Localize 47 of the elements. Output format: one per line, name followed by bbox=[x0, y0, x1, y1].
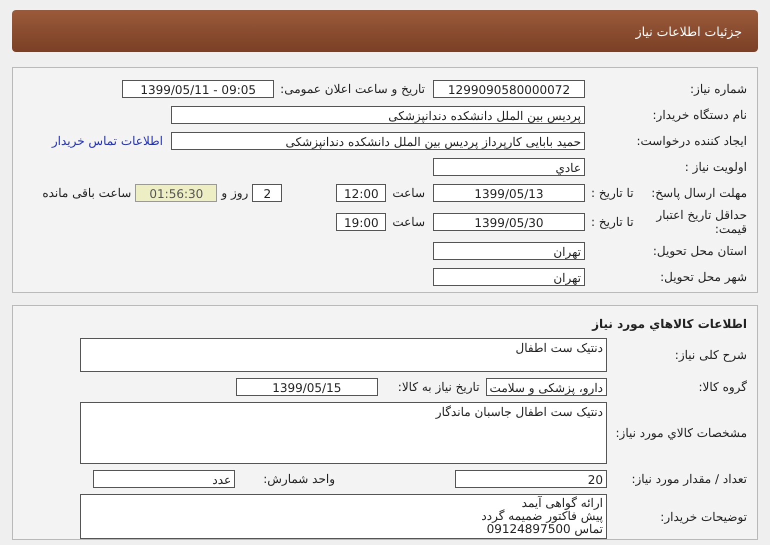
field-label: شماره نیاز: bbox=[690, 82, 747, 96]
field-value: 2 bbox=[252, 184, 282, 202]
field-label: استان محل تحویل: bbox=[652, 244, 747, 258]
note-line: تماس 09124897500 bbox=[486, 523, 603, 536]
note-line: ارائه گواهی آیمد bbox=[520, 497, 603, 510]
field-label: شرح کلی نیاز: bbox=[674, 348, 747, 362]
field-value: عادي bbox=[433, 158, 585, 176]
field-value: 20 bbox=[455, 470, 607, 488]
contact-link[interactable]: اطلاعات تماس خریدار bbox=[52, 134, 163, 148]
field-label: واحد شمارش: bbox=[263, 472, 335, 486]
field-label: اولویت نیاز : bbox=[684, 160, 747, 174]
field-value: 1399/05/30 bbox=[433, 213, 585, 231]
field-label: حداقل تاریخ اعتبار قیمت: bbox=[654, 208, 747, 236]
field-value: دنتیک ست اطفال جاسبان ماندگار bbox=[80, 402, 607, 464]
field-label: مهلت ارسال پاسخ: bbox=[651, 186, 747, 200]
note-line: پیش فاکتور ضمیمه گردد bbox=[480, 510, 603, 523]
field-value: دارو، پزشکی و سلامت bbox=[486, 378, 607, 396]
field-label: ساعت باقی مانده bbox=[42, 186, 132, 200]
field-value: 19:00 bbox=[336, 213, 386, 231]
field-value: عدد bbox=[93, 470, 236, 488]
field-label: گروه کالا: bbox=[698, 380, 747, 394]
field-label: ساعت bbox=[392, 186, 425, 200]
field-value: 1399/05/13 bbox=[433, 184, 585, 202]
field-label: روز و bbox=[221, 186, 248, 200]
field-label: ساعت bbox=[392, 215, 425, 229]
field-label: تاریخ نیاز به کالا: bbox=[398, 380, 480, 394]
field-value: 12:00 bbox=[336, 184, 386, 202]
remaining-time: 01:56:30 bbox=[135, 184, 218, 202]
field-value: دنتیک ست اطفال bbox=[80, 338, 607, 372]
field-label: تاریخ و ساعت اعلان عمومی: bbox=[280, 82, 425, 96]
field-value: پردیس بین الملل دانشکده دندانپزشکی bbox=[171, 106, 585, 124]
field-label: نام دستگاه خریدار: bbox=[652, 108, 747, 122]
field-value: تهران bbox=[433, 242, 585, 260]
field-value: 1399/05/15 bbox=[236, 378, 378, 396]
field-value: 1399/05/11 - 09:05 bbox=[122, 80, 274, 98]
page-header: جزئیات اطلاعات نیاز bbox=[12, 10, 758, 52]
field-label: تا تاریخ : bbox=[591, 186, 634, 200]
field-label: تعداد / مقدار مورد نیاز: bbox=[631, 472, 747, 486]
field-label: تا تاریخ : bbox=[591, 215, 634, 229]
field-label: شهر محل تحویل: bbox=[660, 270, 747, 284]
field-value: تهران bbox=[433, 268, 585, 286]
field-value: 1299090580000072 bbox=[433, 80, 585, 98]
field-label: ایجاد کننده درخواست: bbox=[636, 134, 747, 148]
field-label: مشخصات کالاي مورد نياز: bbox=[615, 426, 747, 440]
field-label: توضیحات خریدار: bbox=[660, 510, 747, 524]
field-value: حمید بابایی کارپرداز پردیس بین الملل دانشکده دندانپزشکی bbox=[171, 132, 585, 150]
section-title: اطلاعات کالاهاي مورد نياز bbox=[590, 316, 747, 332]
